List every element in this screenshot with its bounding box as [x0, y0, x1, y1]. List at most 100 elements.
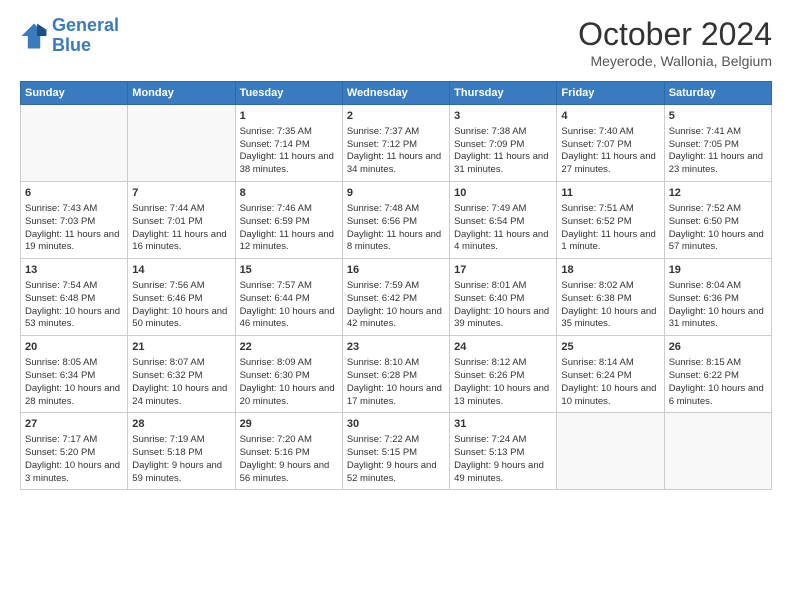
- daylight: Daylight: 11 hours and 27 minutes.: [561, 151, 655, 175]
- day-number: 9: [347, 186, 445, 201]
- day-number: 10: [454, 186, 552, 201]
- sunrise: Sunrise: 7:49 AM: [454, 203, 526, 214]
- day-number: 8: [240, 186, 338, 201]
- weekday-header-thursday: Thursday: [450, 82, 557, 105]
- daylight: Daylight: 9 hours and 56 minutes.: [240, 460, 330, 484]
- daylight: Daylight: 10 hours and 10 minutes.: [561, 383, 656, 407]
- calendar-cell: 24Sunrise: 8:12 AMSunset: 6:26 PMDayligh…: [450, 336, 557, 413]
- location: Meyerode, Wallonia, Belgium: [578, 53, 772, 69]
- sunrise: Sunrise: 7:24 AM: [454, 434, 526, 445]
- sunrise: Sunrise: 7:52 AM: [669, 203, 741, 214]
- sunset: Sunset: 6:30 PM: [240, 370, 310, 381]
- day-number: 6: [25, 186, 123, 201]
- sunset: Sunset: 6:28 PM: [347, 370, 417, 381]
- daylight: Daylight: 11 hours and 1 minute.: [561, 229, 655, 253]
- sunset: Sunset: 6:50 PM: [669, 216, 739, 227]
- weekday-header-friday: Friday: [557, 82, 664, 105]
- sunrise: Sunrise: 8:05 AM: [25, 357, 97, 368]
- sunset: Sunset: 7:12 PM: [347, 139, 417, 150]
- sunset: Sunset: 5:13 PM: [454, 447, 524, 458]
- day-number: 27: [25, 417, 123, 432]
- calendar-cell: 19 Sunrise: 8:04 AM Sunset: 6:36 PM Dayligh…: [664, 259, 771, 336]
- sunset: Sunset: 5:15 PM: [347, 447, 417, 458]
- day-number: 18: [561, 263, 659, 278]
- day-number: 24: [454, 340, 552, 355]
- calendar-cell: [21, 105, 128, 182]
- sunset: Sunset: 6:36 PM: [669, 293, 739, 304]
- calendar-cell: [557, 413, 664, 490]
- calendar-cell: 31Sunrise: 7:24 AMSunset: 5:13 PMDayligh…: [450, 413, 557, 490]
- sunset: Sunset: 7:09 PM: [454, 139, 524, 150]
- day-number: 17: [454, 263, 552, 278]
- sunset: Sunset: 5:18 PM: [132, 447, 202, 458]
- weekday-header-monday: Monday: [128, 82, 235, 105]
- sunset: Sunset: 6:22 PM: [669, 370, 739, 381]
- daylight: Daylight: 11 hours and 23 minutes.: [669, 151, 763, 175]
- calendar-cell: 20Sunrise: 8:05 AMSunset: 6:34 PMDayligh…: [21, 336, 128, 413]
- sunrise: Sunrise: 7:51 AM: [561, 203, 633, 214]
- calendar-cell: 22Sunrise: 8:09 AMSunset: 6:30 PMDayligh…: [235, 336, 342, 413]
- sunrise: Sunrise: 7:22 AM: [347, 434, 419, 445]
- sunrise: Sunrise: 7:56 AM: [132, 280, 204, 291]
- logo-line2: Blue: [52, 35, 91, 55]
- sunset: Sunset: 5:16 PM: [240, 447, 310, 458]
- weekday-header-tuesday: Tuesday: [235, 82, 342, 105]
- month-title: October 2024: [578, 16, 772, 53]
- sunset: Sunset: 6:42 PM: [347, 293, 417, 304]
- sunrise: Sunrise: 7:38 AM: [454, 126, 526, 137]
- daylight: Daylight: 10 hours and 17 minutes.: [347, 383, 442, 407]
- logo-line1: General: [52, 15, 119, 35]
- sunrise: Sunrise: 7:46 AM: [240, 203, 312, 214]
- daylight: Daylight: 11 hours and 34 minutes.: [347, 151, 441, 175]
- daylight: Daylight: 10 hours and 46 minutes.: [240, 306, 335, 330]
- calendar-cell: 3Sunrise: 7:38 AMSunset: 7:09 PMDaylight…: [450, 105, 557, 182]
- calendar-cell: 15Sunrise: 7:57 AMSunset: 6:44 PMDayligh…: [235, 259, 342, 336]
- calendar-cell: 25Sunrise: 8:14 AMSunset: 6:24 PMDayligh…: [557, 336, 664, 413]
- calendar-cell: 29Sunrise: 7:20 AMSunset: 5:16 PMDayligh…: [235, 413, 342, 490]
- daylight: Daylight: 11 hours and 38 minutes.: [240, 151, 334, 175]
- sunrise: Sunrise: 7:37 AM: [347, 126, 419, 137]
- sunrise: Sunrise: 7:48 AM: [347, 203, 419, 214]
- calendar-cell: 28Sunrise: 7:19 AMSunset: 5:18 PMDayligh…: [128, 413, 235, 490]
- day-number: 22: [240, 340, 338, 355]
- daylight: Daylight: 10 hours and 13 minutes.: [454, 383, 549, 407]
- sunset: Sunset: 7:07 PM: [561, 139, 631, 150]
- calendar-cell: 23Sunrise: 8:10 AMSunset: 6:28 PMDayligh…: [342, 336, 449, 413]
- daylight: Daylight: 10 hours and 31 minutes.: [669, 306, 764, 330]
- page: General Blue October 2024 Meyerode, Wall…: [0, 0, 792, 506]
- sunset: Sunset: 7:05 PM: [669, 139, 739, 150]
- daylight: Daylight: 10 hours and 39 minutes.: [454, 306, 549, 330]
- day-number: 19: [669, 263, 767, 278]
- calendar-cell: 1Sunrise: 7:35 AMSunset: 7:14 PMDaylight…: [235, 105, 342, 182]
- calendar-cell: 4Sunrise: 7:40 AMSunset: 7:07 PMDaylight…: [557, 105, 664, 182]
- sunrise: Sunrise: 7:43 AM: [25, 203, 97, 214]
- sunset: Sunset: 6:24 PM: [561, 370, 631, 381]
- sunrise: Sunrise: 7:40 AM: [561, 126, 633, 137]
- day-number: 14: [132, 263, 230, 278]
- sunset: Sunset: 6:40 PM: [454, 293, 524, 304]
- day-number: 20: [25, 340, 123, 355]
- sunrise: Sunrise: 8:02 AM: [561, 280, 633, 291]
- sunset: Sunset: 7:14 PM: [240, 139, 310, 150]
- weekday-header-sunday: Sunday: [21, 82, 128, 105]
- daylight: Daylight: 10 hours and 57 minutes.: [669, 229, 764, 253]
- logo-text: General Blue: [52, 16, 119, 56]
- sunset: Sunset: 6:32 PM: [132, 370, 202, 381]
- sunrise: Sunrise: 8:07 AM: [132, 357, 204, 368]
- calendar-cell: [128, 105, 235, 182]
- calendar-cell: 26Sunrise: 8:15 AMSunset: 6:22 PMDayligh…: [664, 336, 771, 413]
- calendar-cell: 30Sunrise: 7:22 AMSunset: 5:15 PMDayligh…: [342, 413, 449, 490]
- header: General Blue October 2024 Meyerode, Wall…: [20, 16, 772, 69]
- daylight: Daylight: 10 hours and 35 minutes.: [561, 306, 656, 330]
- calendar-cell: 21Sunrise: 8:07 AMSunset: 6:32 PMDayligh…: [128, 336, 235, 413]
- day-number: 21: [132, 340, 230, 355]
- day-number: 3: [454, 109, 552, 124]
- sunrise: Sunrise: 8:04 AM: [669, 280, 741, 291]
- day-number: 1: [240, 109, 338, 124]
- weekday-header-wednesday: Wednesday: [342, 82, 449, 105]
- calendar-cell: 8Sunrise: 7:46 AMSunset: 6:59 PMDaylight…: [235, 182, 342, 259]
- sunset: Sunset: 6:54 PM: [454, 216, 524, 227]
- calendar-cell: 2 Sunrise: 7:37 AM Sunset: 7:12 PMDaylight…: [342, 105, 449, 182]
- day-number: 26: [669, 340, 767, 355]
- day-number: 2: [347, 109, 445, 124]
